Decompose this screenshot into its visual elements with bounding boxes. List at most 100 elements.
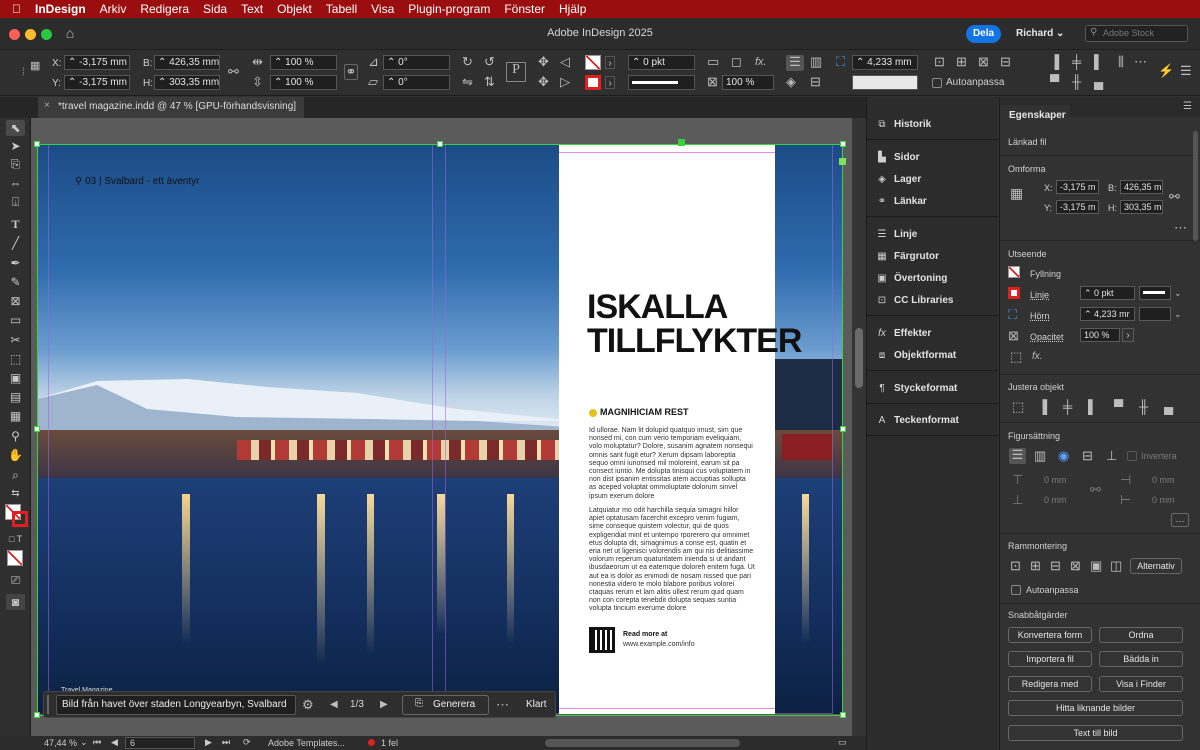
- distribute-icon[interactable]: ⫼: [1118, 55, 1124, 69]
- handle-middle-right[interactable]: [840, 426, 846, 432]
- panel-overtoning[interactable]: ▣ Övertoning: [875, 273, 947, 284]
- corners-label[interactable]: Hörn: [1030, 311, 1050, 321]
- first-page-icon[interactable]: ⏮: [93, 737, 101, 748]
- corner-field[interactable]: ⌃ 4,233 mr: [1080, 307, 1135, 321]
- prop-y-field[interactable]: -3,175 m: [1056, 200, 1099, 214]
- menu-arkiv[interactable]: Arkiv: [93, 2, 134, 16]
- menu-sida[interactable]: Sida: [196, 2, 234, 16]
- wrap-next-column-icon[interactable]: ⊥: [1106, 449, 1117, 463]
- invert-checkbox[interactable]: [1127, 451, 1137, 461]
- content-grabber[interactable]: [678, 139, 685, 146]
- wrap-none-icon[interactable]: ☰: [1009, 448, 1026, 464]
- edit-with-button[interactable]: Redigera med: [1008, 676, 1092, 692]
- opacity-field[interactable]: 100 %: [722, 75, 774, 90]
- free-transform-tool-icon[interactable]: ⬚: [6, 351, 25, 367]
- prev-page-icon[interactable]: ◀: [111, 737, 118, 748]
- stroke-weight-field[interactable]: ⌃ 0 pkt: [628, 55, 695, 70]
- settings-gear-icon[interactable]: ⚙: [302, 698, 314, 712]
- menu-objekt[interactable]: Objekt: [270, 2, 319, 16]
- align-right-icon[interactable]: ▌: [1094, 55, 1103, 69]
- zoom-tool-icon[interactable]: ⌕: [6, 467, 25, 483]
- panel-styckeformat[interactable]: ¶ Styckeformat: [875, 383, 957, 394]
- menu-visa[interactable]: Visa: [364, 2, 401, 16]
- close-tab-icon[interactable]: ×: [44, 100, 50, 111]
- stroke-swatch-icon[interactable]: [1008, 287, 1020, 299]
- wrap-none-icon[interactable]: ☰: [786, 55, 804, 71]
- panel-menu-icon[interactable]: ☰: [1180, 64, 1192, 78]
- panel-sidor[interactable]: ▙ Sidor: [875, 152, 919, 163]
- share-button[interactable]: Dela: [966, 25, 1001, 43]
- align-left-icon[interactable]: ▐: [1050, 55, 1059, 69]
- corner-field[interactable]: ⌃ 4,233 mm: [852, 55, 918, 70]
- document-tab[interactable]: × *travel magazine.indd @ 47 % [GPU-förh…: [38, 97, 305, 118]
- select-container-icon[interactable]: ✥: [538, 55, 549, 69]
- align-hcenter-icon[interactable]: ╪: [1072, 55, 1081, 69]
- handle-top-right[interactable]: [840, 141, 846, 147]
- stroke-type-dropdown-icon[interactable]: ⌄: [1174, 286, 1182, 300]
- content-aware-fit-icon[interactable]: ◫: [1110, 559, 1122, 573]
- fx-icon[interactable]: fx.: [1032, 350, 1043, 364]
- caption-input[interactable]: Bild från havet över staden Longyearbyn,…: [56, 695, 296, 715]
- constrain-proportions-icon[interactable]: ⚯: [1169, 190, 1180, 204]
- panel-lankar[interactable]: ⚭ Länkar: [875, 196, 927, 207]
- screen-mode-icon[interactable]: ⎚: [6, 572, 25, 588]
- find-similar-images-button[interactable]: Hitta liknande bilder: [1008, 700, 1183, 716]
- gradient-tool-icon[interactable]: ▣: [6, 370, 25, 386]
- handle-bottom-left[interactable]: [34, 712, 40, 718]
- link-offsets-icon[interactable]: ⚯: [1090, 483, 1101, 497]
- panel-fargrutor[interactable]: ▦ Färgrutor: [875, 251, 939, 262]
- frame-fit-options-button[interactable]: Alternativ: [1130, 558, 1182, 574]
- align-top-icon[interactable]: ▀: [1114, 400, 1123, 414]
- rotate-field[interactable]: ⌃ 0°: [383, 55, 450, 70]
- panel-menu-icon[interactable]: ☰: [1183, 100, 1192, 114]
- fill-menu-icon[interactable]: ›: [605, 56, 615, 69]
- more-wrap-options-icon[interactable]: ⋯: [1171, 513, 1189, 527]
- eyedropper-tool-icon[interactable]: ⚲: [6, 428, 25, 444]
- fill-swatch-icon[interactable]: [1008, 266, 1020, 278]
- grip-handle[interactable]: [47, 695, 49, 714]
- handle-top-left[interactable]: [34, 141, 40, 147]
- apple-icon[interactable]: : [0, 2, 28, 16]
- panel-linje[interactable]: ☰ Linje: [875, 229, 918, 240]
- formatting-container-icon[interactable]: □ T: [6, 531, 25, 547]
- zoom-dropdown-icon[interactable]: ⌄: [80, 737, 88, 748]
- align-left-icon[interactable]: ▐: [1038, 400, 1047, 414]
- align-vcenter-icon[interactable]: ╫: [1139, 400, 1148, 414]
- selection-frame[interactable]: [37, 144, 843, 716]
- rectangle-tool-icon[interactable]: ▭: [6, 312, 25, 328]
- vertical-scrollbar[interactable]: [852, 118, 866, 738]
- handle-top-center[interactable]: [437, 141, 443, 147]
- zoom-level[interactable]: 47,44 %: [44, 738, 77, 748]
- panel-objektformat[interactable]: ⧈ Objektformat: [875, 350, 956, 361]
- opacity-label[interactable]: Opacitet: [1030, 332, 1064, 342]
- horizontal-scroll-thumb[interactable]: [545, 739, 740, 747]
- rotate-cw-icon[interactable]: ↻: [462, 55, 473, 69]
- handle-middle-left[interactable]: [34, 426, 40, 432]
- type-tool-icon[interactable]: T: [6, 216, 25, 232]
- menu-plugins[interactable]: Plugin-program: [401, 2, 497, 16]
- y-field[interactable]: ⌃ -3,175 mm: [64, 75, 130, 90]
- menu-tabell[interactable]: Tabell: [319, 2, 364, 16]
- wrap-bounding-icon[interactable]: ▥: [1034, 449, 1046, 463]
- preview-mode-icon[interactable]: ◙: [6, 594, 25, 610]
- scale-y-field[interactable]: ⌃ 100 %: [270, 75, 337, 90]
- done-button[interactable]: Klart: [526, 699, 547, 710]
- flip-horizontal-icon[interactable]: ⇋: [462, 75, 473, 89]
- note-tool-icon[interactable]: ▦: [6, 408, 25, 424]
- align-bottom-icon[interactable]: ▄: [1094, 75, 1103, 89]
- gradient-feather-tool-icon[interactable]: ▤: [6, 389, 25, 405]
- select-content-icon[interactable]: ✥: [538, 75, 549, 89]
- stroke-type-field[interactable]: [628, 75, 695, 90]
- select-next-icon[interactable]: ▷: [560, 75, 570, 89]
- align-top-icon[interactable]: ▀: [1050, 75, 1059, 89]
- selection-tool-icon[interactable]: ⬉: [6, 120, 25, 136]
- panel-effekter[interactable]: fx Effekter: [875, 328, 931, 339]
- arrange-button[interactable]: Ordna: [1099, 627, 1183, 643]
- wrap-shape-icon[interactable]: ◈: [786, 75, 796, 89]
- stroke-swatch-icon[interactable]: [585, 75, 601, 90]
- menu-app[interactable]: InDesign: [28, 2, 93, 16]
- prop-h-field[interactable]: 303,35 m: [1120, 200, 1163, 214]
- stroke-color-icon[interactable]: [12, 511, 28, 527]
- show-in-finder-button[interactable]: Visa i Finder: [1099, 676, 1183, 692]
- more-transform-icon[interactable]: ⋯: [1174, 221, 1187, 235]
